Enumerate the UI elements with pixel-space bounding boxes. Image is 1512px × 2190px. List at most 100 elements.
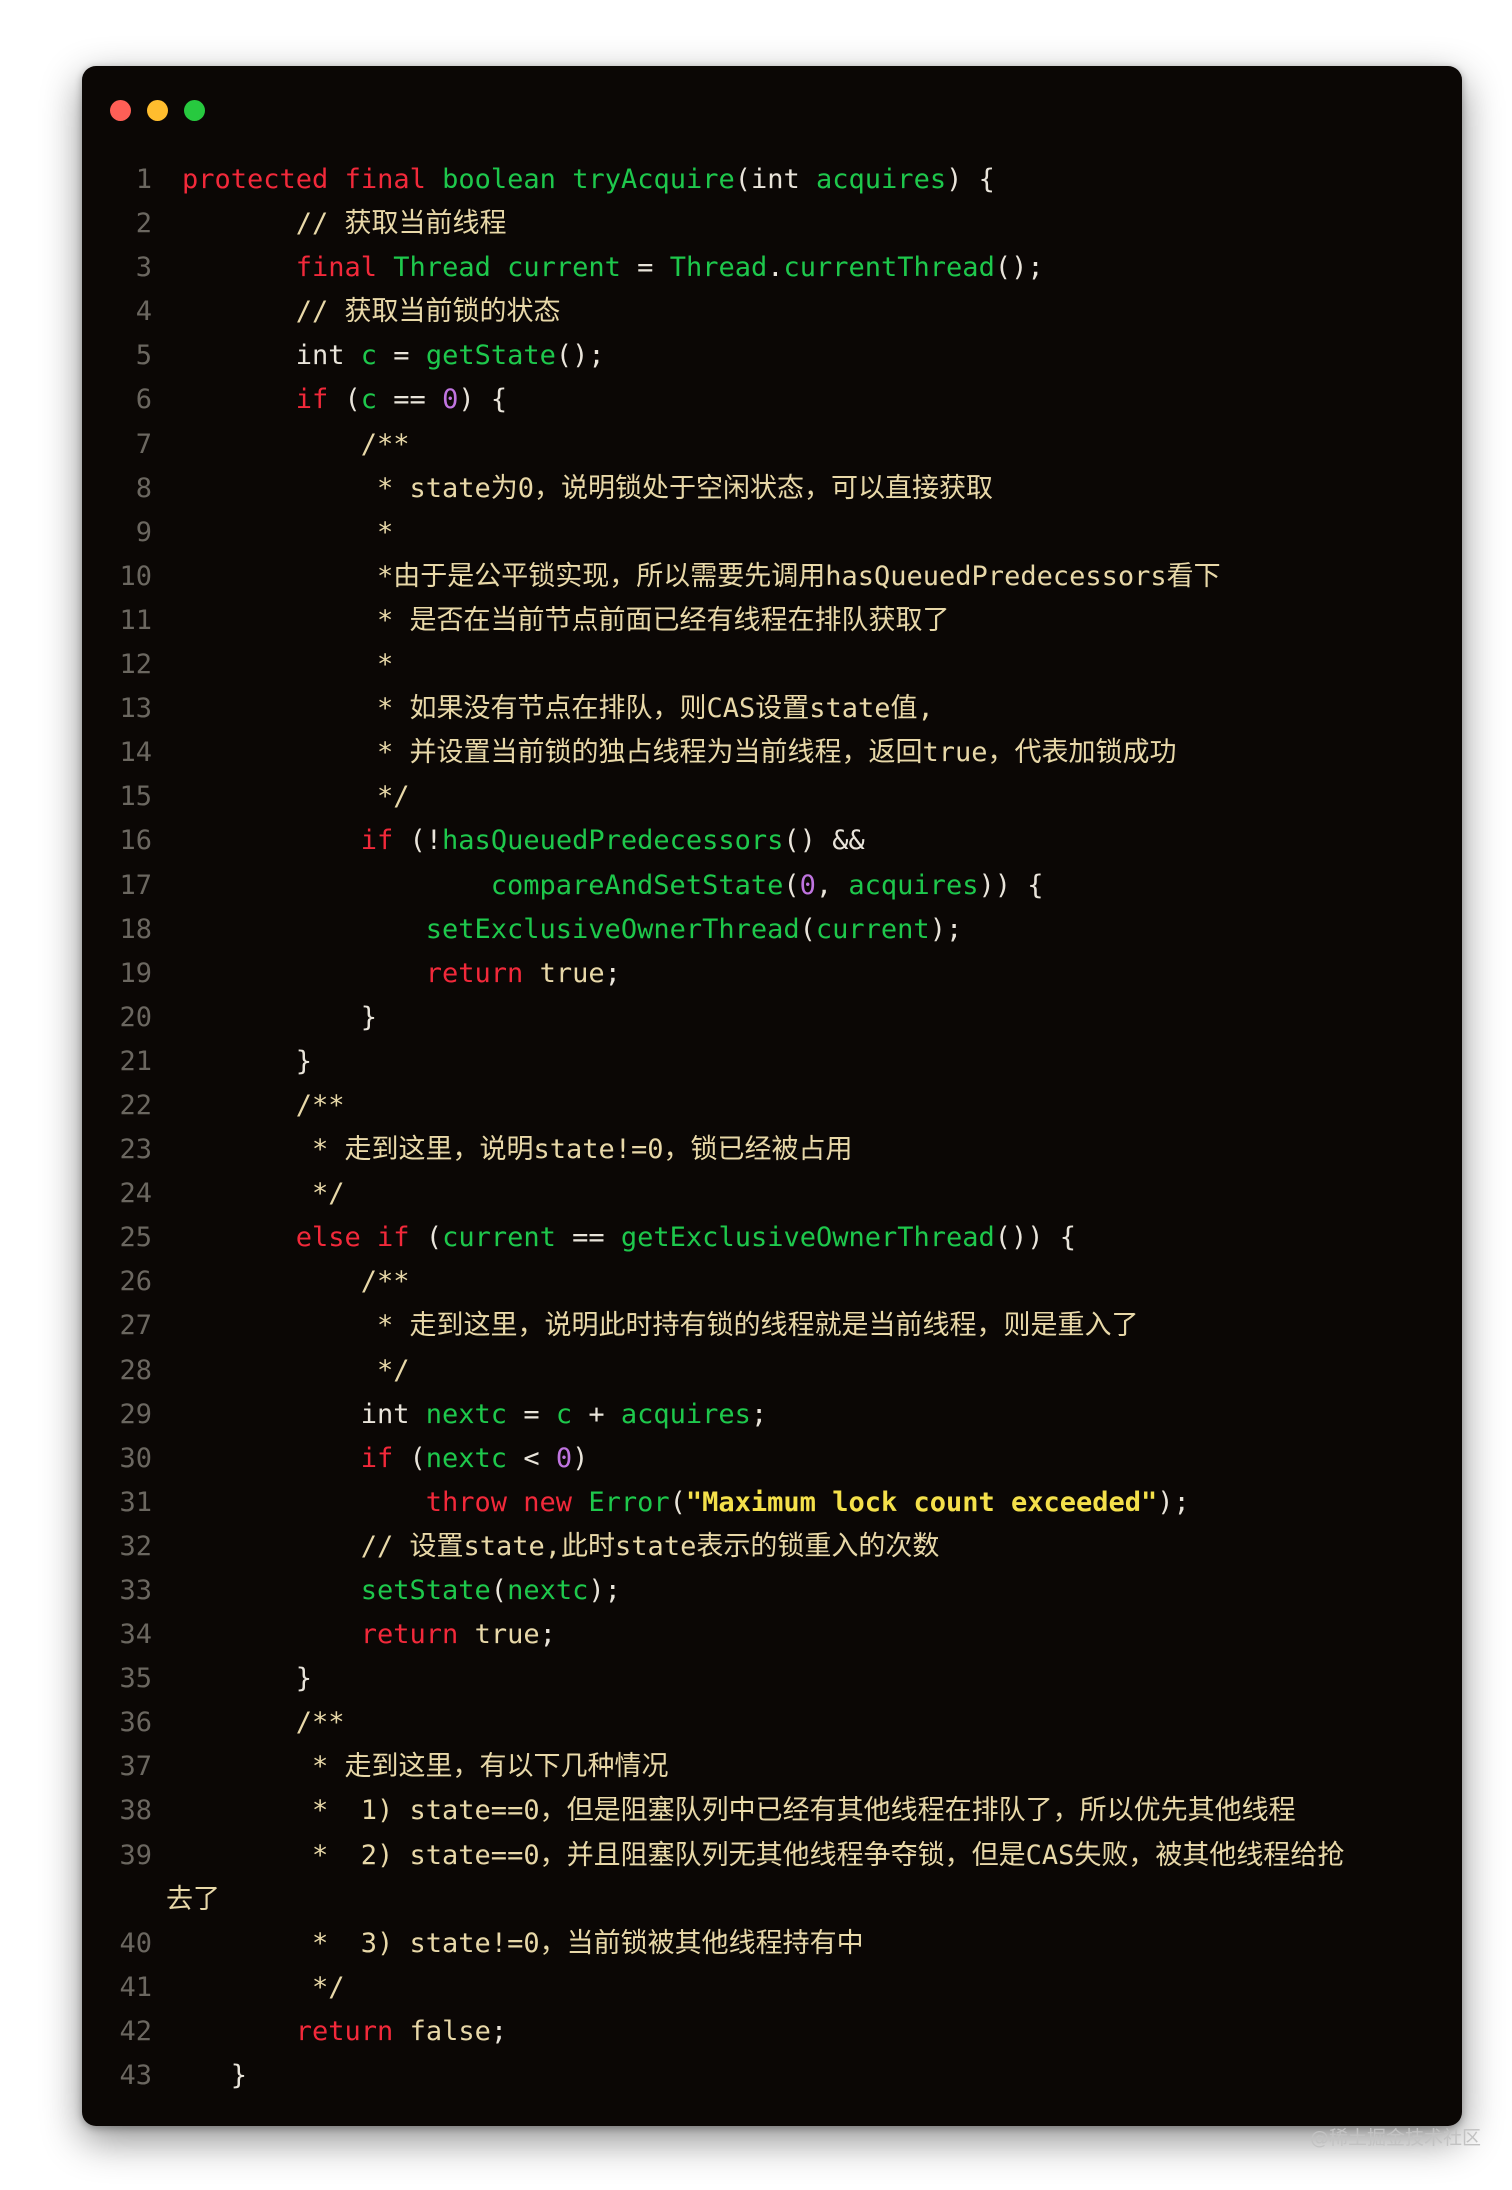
code-token: false bbox=[409, 2015, 491, 2047]
code-token: ); bbox=[929, 913, 963, 945]
code-line: 35} bbox=[82, 1657, 1462, 1701]
line-number: 34 bbox=[119, 1619, 152, 1651]
line-number: 4 bbox=[135, 296, 152, 328]
code-text: */ bbox=[182, 1966, 345, 2010]
code-token: * 走到这里，说明此时持有锁的线程就是当前线程，则是重入了 bbox=[377, 1310, 1139, 1342]
code-token: + bbox=[572, 1398, 621, 1430]
code-token: boolean bbox=[442, 164, 556, 195]
code-token: */ bbox=[312, 1178, 345, 1210]
code-token: } bbox=[295, 1663, 313, 1695]
line-number: 43 bbox=[119, 2060, 152, 2092]
code-token: ( bbox=[490, 1575, 508, 1606]
line-number: 6 bbox=[135, 384, 152, 416]
code-token: */ bbox=[377, 781, 410, 813]
code-token: setExclusiveOwnerThread bbox=[425, 913, 800, 945]
code-text: * 1) state==0，但是阻塞队列中已经有其他线程在排队了，所以优先其他线… bbox=[182, 1789, 1296, 1833]
code-text: */ bbox=[182, 775, 410, 819]
code-line: 26 /** bbox=[82, 1260, 1462, 1304]
code-token: = bbox=[620, 252, 670, 284]
code-token: ()) { bbox=[994, 1222, 1077, 1254]
window-controls bbox=[110, 100, 205, 121]
code-token: getExclusiveOwnerThread bbox=[620, 1222, 995, 1254]
code-token: if bbox=[360, 825, 394, 857]
code-text: if (c == 0) { bbox=[182, 378, 507, 422]
code-token: nextc bbox=[507, 1575, 589, 1606]
code-token: * bbox=[377, 516, 394, 548]
code-token: ) { bbox=[458, 384, 508, 416]
code-token: } bbox=[295, 1045, 313, 1077]
code-token: acquires bbox=[816, 164, 947, 195]
line-number: 19 bbox=[119, 957, 152, 989]
code-token: * 2) state==0，并且阻塞队列无其他线程争夺锁，但是CAS失败，被其他… bbox=[312, 1839, 1345, 1871]
code-text: protected final boolean tryAcquire(int a… bbox=[182, 158, 995, 202]
code-line: 25 else if (current == getExclusiveOwnerT… bbox=[82, 1216, 1462, 1260]
code-token: < bbox=[507, 1442, 556, 1474]
code-token: "Maximum lock count exceeded" bbox=[685, 1486, 1158, 1518]
code-text: int c = getState(); bbox=[182, 334, 605, 378]
code-token: (! bbox=[393, 825, 443, 857]
code-text: */ bbox=[182, 1172, 345, 1216]
watermark: @稀土掘金技术社区 bbox=[1310, 2127, 1482, 2149]
code-line: 36 /** bbox=[82, 1701, 1462, 1745]
code-text: * bbox=[182, 643, 393, 687]
line-number: 30 bbox=[119, 1442, 152, 1474]
minimize-dot[interactable] bbox=[147, 100, 168, 121]
line-number: 16 bbox=[119, 825, 152, 857]
code-text: throw new Error("Maximum lock count exce… bbox=[182, 1481, 1190, 1525]
code-text: compareAndSetState(0, acquires)) { bbox=[182, 864, 1044, 908]
line-number: 12 bbox=[119, 649, 152, 681]
code-text: /** bbox=[182, 423, 410, 467]
code-token: ) bbox=[572, 1442, 589, 1474]
code-token: , bbox=[815, 869, 849, 901]
code-text: setExclusiveOwnerThread(current); bbox=[182, 908, 962, 952]
code-token: */ bbox=[312, 1971, 345, 2003]
line-number: 27 bbox=[119, 1310, 152, 1342]
code-line: 6 if (c == 0) { bbox=[82, 378, 1462, 422]
code-token: /** bbox=[295, 1707, 345, 1739]
code-token: * 并设置当前锁的独占线程为当前线程，返回true，代表加锁成功 bbox=[377, 737, 1177, 769]
line-number: 20 bbox=[119, 1001, 152, 1033]
code-text: // 获取当前锁的状态 bbox=[182, 290, 561, 334]
code-text: int nextc = c + acquires; bbox=[182, 1393, 767, 1437]
line-number: 35 bbox=[119, 1663, 152, 1695]
line-number: 42 bbox=[119, 2015, 152, 2047]
line-number: 9 bbox=[135, 516, 152, 548]
code-text: setState(nextc); bbox=[182, 1569, 621, 1613]
code-token: 0 bbox=[555, 1442, 573, 1474]
code-token: getState bbox=[425, 340, 556, 372]
line-number: 1 bbox=[135, 164, 152, 195]
code-text: * 走到这里，说明此时持有锁的线程就是当前线程，则是重入了 bbox=[182, 1304, 1139, 1348]
code-line: 37 * 走到这里，有以下几种情况 bbox=[82, 1745, 1462, 1789]
line-number: 31 bbox=[119, 1486, 152, 1518]
code-token: /** bbox=[360, 1266, 410, 1298]
code-token: else bbox=[295, 1222, 361, 1254]
code-text: * 走到这里，说明state!=0，锁已经被占用 bbox=[182, 1128, 853, 1172]
close-dot[interactable] bbox=[110, 100, 131, 121]
code-token: ; bbox=[490, 2015, 508, 2047]
code-line: 11 * 是否在当前节点前面已经有线程在排队获取了 bbox=[82, 599, 1462, 643]
code-token: == bbox=[377, 384, 443, 416]
line-number: 29 bbox=[119, 1398, 152, 1430]
code-token: ; bbox=[750, 1398, 768, 1430]
code-token: (); bbox=[994, 252, 1044, 284]
code-token: * bbox=[377, 649, 394, 681]
line-number: 33 bbox=[119, 1575, 152, 1606]
code-token: } bbox=[360, 1001, 378, 1033]
line-number: 21 bbox=[119, 1045, 152, 1077]
code-token: currentThread bbox=[783, 252, 995, 284]
maximize-dot[interactable] bbox=[184, 100, 205, 121]
code-line: 21} bbox=[82, 1040, 1462, 1084]
code-token: acquires bbox=[620, 1398, 751, 1430]
line-number: 37 bbox=[119, 1751, 152, 1783]
code-line: 12 * bbox=[82, 643, 1462, 687]
code-line: 41 */ bbox=[82, 1966, 1462, 2010]
code-text: * state为0，说明锁处于空闲状态，可以直接获取 bbox=[182, 467, 993, 511]
code-line: 33 setState(nextc); bbox=[82, 1569, 1462, 1613]
code-token: * 是否在当前节点前面已经有线程在排队获取了 bbox=[377, 604, 950, 636]
code-line: 18 setExclusiveOwnerThread(current); bbox=[82, 908, 1462, 952]
line-number: 8 bbox=[135, 472, 152, 504]
code-token: compareAndSetState bbox=[490, 869, 784, 901]
